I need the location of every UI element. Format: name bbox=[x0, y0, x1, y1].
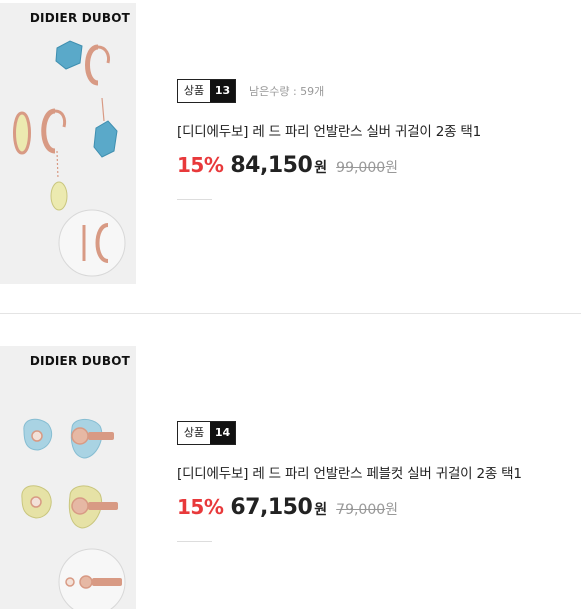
original-price: 79,000 bbox=[336, 502, 386, 518]
currency-label: 원 bbox=[314, 502, 328, 518]
stock-remaining: 남은수량 : 59개 bbox=[249, 85, 325, 98]
discount-rate: 15% bbox=[177, 495, 224, 519]
price-row: 15% 67,150 원 79,000 원 bbox=[177, 495, 522, 520]
earring-illustration bbox=[21, 418, 126, 609]
sale-price: 67,150 bbox=[230, 495, 313, 520]
section-divider bbox=[0, 313, 581, 314]
badge-label: 상품 bbox=[178, 422, 210, 444]
original-currency-label: 원 bbox=[385, 502, 399, 518]
product-card[interactable]: DIDIER DUBOT 상품 14 [디디에두보] 레 드 파리 언발란스 페… bbox=[0, 343, 581, 609]
original-currency-label: 원 bbox=[385, 160, 399, 176]
earring-illustration bbox=[13, 40, 126, 277]
product-name[interactable]: [디디에두보] 레 드 파리 언발란스 페블컷 실버 귀걸이 2종 택1 bbox=[177, 462, 522, 482]
discount-rate: 15% bbox=[177, 153, 224, 177]
currency-label: 원 bbox=[314, 160, 328, 176]
product-info: 상품 14 [디디에두보] 레 드 파리 언발란스 페블컷 실버 귀걸이 2종 … bbox=[177, 421, 522, 542]
divider-short bbox=[177, 199, 212, 200]
product-image[interactable]: DIDIER DUBOT bbox=[0, 346, 136, 609]
badge-row: 상품 13 남은수량 : 59개 bbox=[177, 79, 481, 103]
product-info: 상품 13 남은수량 : 59개 [디디에두보] 레 드 파리 언발란스 실버 … bbox=[177, 79, 481, 200]
brand-logo: DIDIER DUBOT bbox=[29, 354, 130, 368]
badge-label: 상품 bbox=[178, 80, 210, 102]
product-image[interactable]: DIDIER DUBOT bbox=[0, 3, 136, 284]
product-card[interactable]: DIDIER DUBOT 상품 13 남은수량 : 59개 [디디에두보] 레 … bbox=[0, 0, 581, 290]
original-price: 99,000 bbox=[336, 160, 386, 176]
product-name[interactable]: [디디에두보] 레 드 파리 언발란스 실버 귀걸이 2종 택1 bbox=[177, 120, 481, 140]
sale-price: 84,150 bbox=[230, 153, 313, 178]
badge-row: 상품 14 bbox=[177, 421, 522, 445]
badge-number: 14 bbox=[210, 422, 235, 444]
price-row: 15% 84,150 원 99,000 원 bbox=[177, 153, 481, 178]
product-badge: 상품 13 bbox=[177, 79, 236, 103]
brand-logo: DIDIER DUBOT bbox=[29, 11, 130, 25]
product-badge: 상품 14 bbox=[177, 421, 236, 445]
divider-short bbox=[177, 541, 212, 542]
badge-number: 13 bbox=[210, 80, 235, 102]
